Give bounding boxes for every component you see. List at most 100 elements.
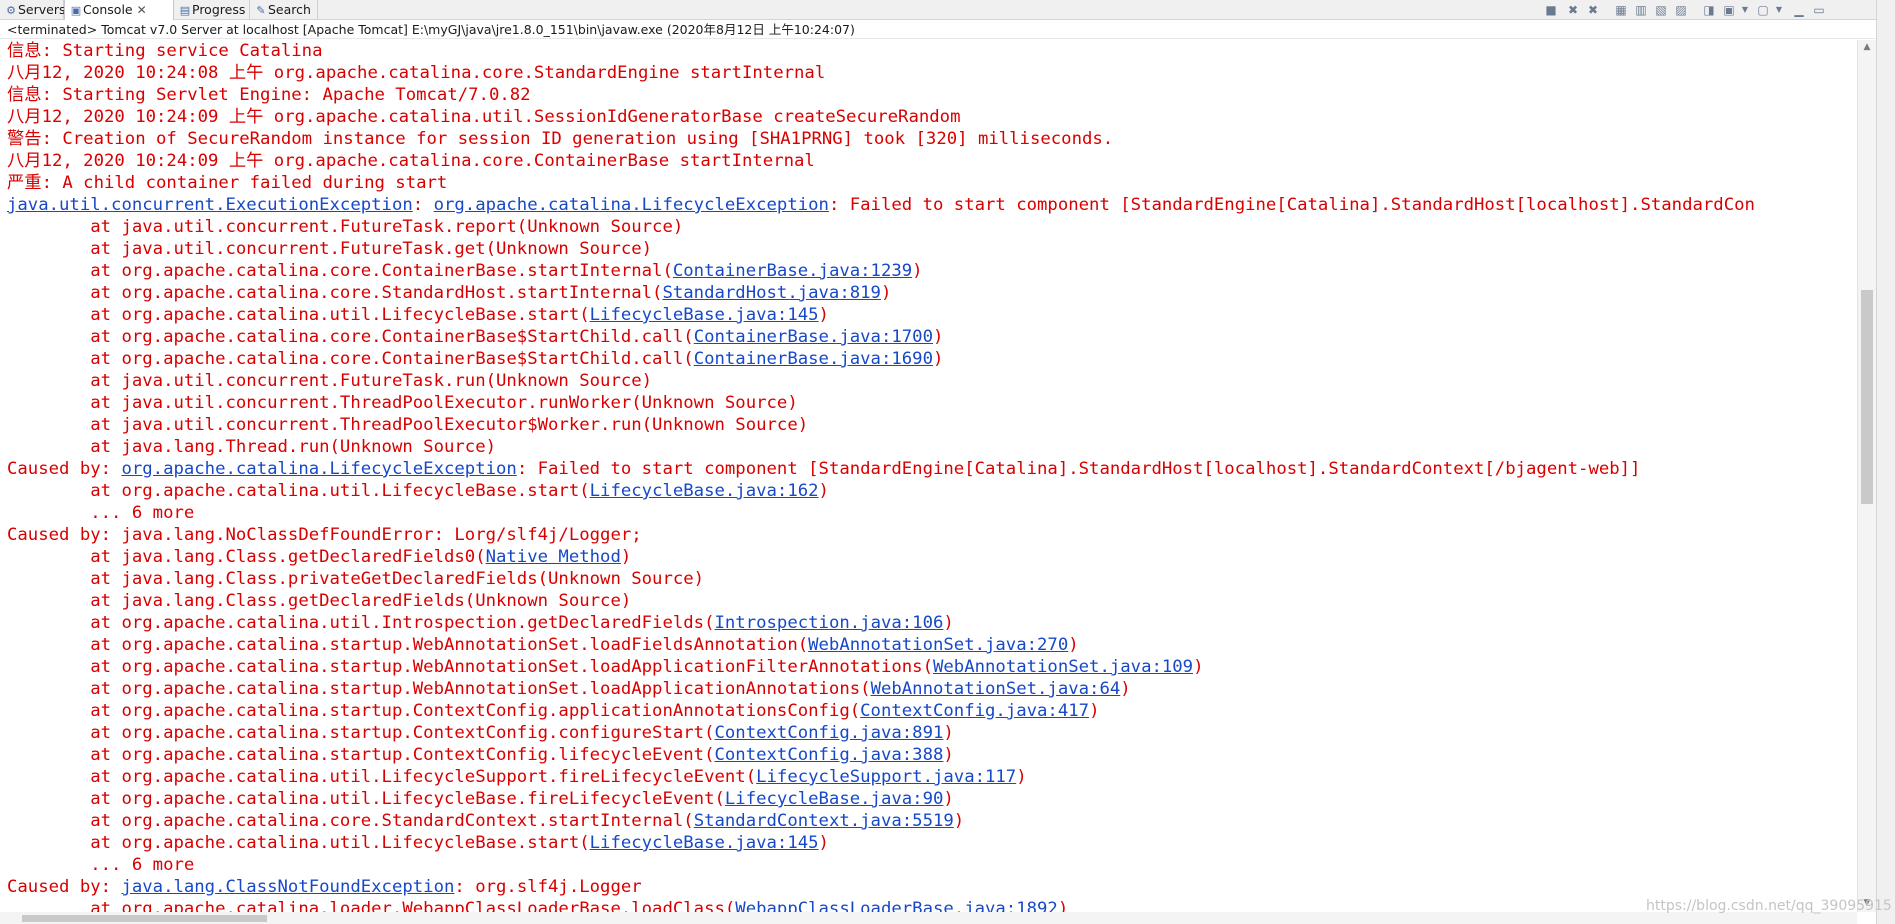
console-text: at java.util.concurrent.ThreadPoolExecut… [7, 393, 798, 413]
console-text: at java.lang.Thread.run(Unknown Source) [7, 437, 496, 457]
scrollbar-thumb[interactable] [1861, 290, 1873, 504]
tab-label: Servers [18, 2, 66, 17]
console-text: ) [880, 283, 892, 303]
remove-all-terminated-icon[interactable]: ✖ [1585, 2, 1601, 18]
search-icon: ✎ [256, 4, 266, 17]
close-icon[interactable]: ✕ [137, 3, 147, 17]
console-line: at org.apache.catalina.core.ContainerBas… [7, 326, 943, 348]
console-line: Caused by: java.lang.ClassNotFoundExcept… [7, 876, 642, 898]
console-output[interactable]: 信息: Starting service Catalina 八月12, 2020 … [0, 40, 1857, 912]
console-line: at java.util.concurrent.FutureTask.get(U… [7, 238, 652, 260]
stacktrace-link[interactable]: ContextConfig.java:891 [715, 723, 944, 743]
console-text: at org.apache.catalina.startup.ContextCo… [7, 723, 715, 743]
console-text: 警告: Creation of SecureRandom instance fo… [7, 129, 1114, 149]
dropdown-icon[interactable]: ▼ [1771, 2, 1787, 18]
clear-console-icon[interactable]: ▦ [1613, 2, 1629, 18]
pin-console-icon[interactable]: ◨ [1701, 2, 1717, 18]
console-text: : org.slf4j.Logger [454, 877, 642, 897]
show-console-on-output-icon[interactable]: ▨ [1673, 2, 1689, 18]
stacktrace-link[interactable]: StandardContext.java:5519 [694, 811, 954, 831]
console-icon: ▣ [70, 4, 82, 17]
console-text: at org.apache.catalina.util.LifecycleBas… [7, 833, 590, 853]
stacktrace-link[interactable]: WebAnnotationSet.java:109 [933, 657, 1193, 677]
stacktrace-link[interactable]: ContainerBase.java:1700 [694, 327, 933, 347]
console-line: at org.apache.catalina.util.Introspectio… [7, 612, 954, 634]
tab-label: Search [268, 2, 311, 17]
console-text: ) [943, 613, 954, 633]
dropdown-icon[interactable]: ▼ [1737, 2, 1753, 18]
scroll-up-icon[interactable]: ▲ [1858, 42, 1876, 52]
console-line: at org.apache.catalina.core.StandardCont… [7, 810, 964, 832]
console-line: at java.lang.Class.getDeclaredFields0(Na… [7, 546, 631, 568]
stacktrace-link[interactable]: ContextConfig.java:417 [860, 701, 1089, 721]
horizontal-scrollbar[interactable] [0, 912, 1857, 924]
stacktrace-link[interactable]: WebAnnotationSet.java:64 [871, 679, 1121, 699]
console-line: 警告: Creation of SecureRandom instance fo… [7, 128, 1113, 150]
console-line: at org.apache.catalina.core.ContainerBas… [7, 260, 922, 282]
console-text: at org.apache.catalina.loader.WebappClas… [7, 899, 736, 912]
maximize-icon[interactable]: ▭ [1811, 2, 1827, 18]
stacktrace-link[interactable]: StandardHost.java:819 [662, 283, 881, 303]
stacktrace-link[interactable]: Native Method [486, 547, 621, 567]
console-line: 八月12, 2020 10:24:09 上午 org.apache.catali… [7, 106, 960, 128]
console-line: at org.apache.catalina.startup.WebAnnota… [7, 634, 1078, 656]
console-line: 八月12, 2020 10:24:09 上午 org.apache.catali… [7, 150, 815, 172]
console-text: ) [1057, 899, 1069, 912]
stacktrace-link[interactable]: ContextConfig.java:388 [715, 745, 944, 765]
console-text: ) [620, 547, 632, 567]
console-text: ) [818, 481, 829, 501]
console-text: at java.util.concurrent.FutureTask.repor… [7, 217, 684, 237]
watermark: https://blog.csdn.net/qq_39095915 [1646, 898, 1892, 914]
tab-progress[interactable]: ▤ Progress [174, 0, 250, 20]
console-text: ) [1120, 679, 1131, 699]
console-text: ) [943, 723, 954, 743]
stacktrace-link[interactable]: WebAnnotationSet.java:270 [808, 635, 1068, 655]
console-line: at java.util.concurrent.FutureTask.run(U… [7, 370, 652, 392]
console-text: ) [1089, 701, 1100, 721]
display-selected-console-icon[interactable]: ▣ [1721, 2, 1737, 18]
stacktrace-link[interactable]: LifecycleBase.java:145 [590, 305, 819, 325]
console-text: at org.apache.catalina.startup.ContextCo… [7, 701, 861, 721]
vertical-scrollbar[interactable]: ▲ ▼ [1857, 40, 1876, 912]
stacktrace-link[interactable]: LifecycleBase.java:90 [725, 789, 944, 809]
tab-servers[interactable]: ⚙ Servers [0, 0, 66, 20]
console-line: at org.apache.catalina.util.LifecycleSup… [7, 766, 1027, 788]
console-text: at org.apache.catalina.startup.ContextCo… [7, 745, 715, 765]
console-line: at org.apache.catalina.loader.WebappClas… [7, 898, 1068, 912]
console-line: at org.apache.catalina.core.ContainerBas… [7, 348, 943, 370]
tab-console[interactable]: ▣ Console ✕ [64, 0, 174, 20]
stacktrace-link[interactable]: WebappClassLoaderBase.java:1892 [735, 899, 1058, 912]
stacktrace-link[interactable]: LifecycleBase.java:162 [590, 481, 819, 501]
console-text: at org.apache.catalina.startup.WebAnnota… [7, 679, 871, 699]
console-text: at org.apache.catalina.util.LifecycleBas… [7, 305, 590, 325]
side-trim-bar [1876, 0, 1895, 924]
scrollbar-thumb[interactable] [22, 915, 267, 922]
minimize-icon[interactable]: ▁ [1791, 2, 1807, 18]
console-line: 八月12, 2020 10:24:08 上午 org.apache.catali… [7, 62, 825, 84]
word-wrap-icon[interactable]: ▧ [1653, 2, 1669, 18]
tab-search[interactable]: ✎ Search [250, 0, 318, 20]
stacktrace-link[interactable]: java.util.concurrent.ExecutionException [7, 195, 413, 215]
console-text: ) [953, 811, 965, 831]
stacktrace-link[interactable]: LifecycleSupport.java:117 [756, 767, 1016, 787]
stacktrace-link[interactable]: java.lang.ClassNotFoundException [121, 877, 454, 897]
console-line: at org.apache.catalina.util.LifecycleBas… [7, 832, 829, 854]
servers-icon: ⚙ [6, 4, 16, 17]
stacktrace-link[interactable]: ContainerBase.java:1690 [694, 349, 933, 369]
remove-launch-icon[interactable]: ✖ [1565, 2, 1581, 18]
stacktrace-link[interactable]: ContainerBase.java:1239 [673, 261, 912, 281]
scroll-lock-icon[interactable]: ▥ [1633, 2, 1649, 18]
terminate-icon[interactable]: ■ [1543, 2, 1559, 18]
console-text: Caused by: [7, 459, 122, 479]
console-line: at org.apache.catalina.startup.ContextCo… [7, 722, 954, 744]
stacktrace-link[interactable]: Introspection.java:106 [715, 613, 944, 633]
console-line: at java.lang.Class.privateGetDeclaredFie… [7, 568, 704, 590]
console-text: ) [1016, 767, 1027, 787]
console-line: 信息: Starting service Catalina [7, 40, 322, 62]
stacktrace-link[interactable]: org.apache.catalina.LifecycleException [121, 459, 516, 479]
console-status-line: <terminated> Tomcat v7.0 Server at local… [0, 21, 1876, 39]
stacktrace-link[interactable]: org.apache.catalina.LifecycleException [434, 195, 829, 215]
open-console-icon[interactable]: ▢ [1755, 2, 1771, 18]
console-line: Caused by: org.apache.catalina.Lifecycle… [7, 458, 1640, 480]
stacktrace-link[interactable]: LifecycleBase.java:145 [590, 833, 819, 853]
